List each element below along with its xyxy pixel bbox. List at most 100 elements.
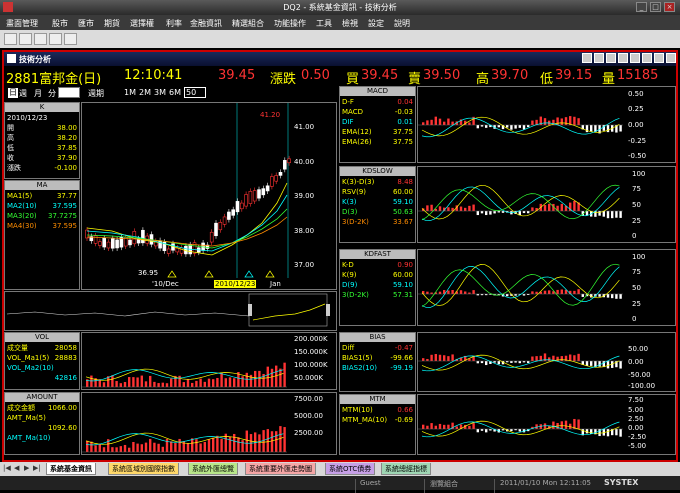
- menu-item[interactable]: 匯市: [78, 18, 94, 29]
- layout-2-icon[interactable]: [49, 33, 62, 45]
- menu-item[interactable]: 設定: [368, 18, 384, 29]
- menu-item[interactable]: 利率: [166, 18, 182, 29]
- candle-body: [257, 189, 261, 199]
- kdfast-row: D(9) 59.10: [342, 281, 413, 289]
- indicator-bar: [590, 361, 593, 366]
- chart-tool-icon[interactable]: [594, 53, 604, 63]
- mtm-chart[interactable]: 7.50 5.00 2.50 0.00 -2.50 -5.00: [417, 394, 676, 455]
- period-week-button[interactable]: 週: [19, 88, 27, 99]
- indicator-bar: [535, 356, 538, 361]
- indicator-bar: [615, 294, 618, 299]
- indicator-bar: [560, 118, 563, 125]
- kdslow-info-box: KDSLOW K(3)-D(3) 8.48 RSV(9) 60.00 K(3) 59.…: [339, 166, 416, 243]
- menu-item[interactable]: 精選組合: [232, 18, 264, 29]
- indicator-bar: [258, 434, 261, 452]
- menu-bar: 畫面管理 股市 匯市 期貨 選擇權 利率 金融資訊 精選組合 功能操作 工具 檢…: [0, 15, 680, 30]
- layout-3-icon[interactable]: [64, 33, 77, 45]
- menu-item[interactable]: 選擇權: [130, 18, 154, 29]
- layout-1-icon[interactable]: [34, 33, 47, 45]
- indicator-bar: [493, 211, 496, 214]
- stock-name[interactable]: 2881富邦金(日): [6, 68, 101, 87]
- tab-intl-index[interactable]: 系統區域別國際指數: [108, 463, 179, 475]
- font-icon[interactable]: [642, 53, 652, 63]
- menu-item[interactable]: 股市: [52, 18, 68, 29]
- tab-nav-prev[interactable]: ◀: [14, 464, 19, 472]
- tab-macro[interactable]: 系統總經指標: [381, 463, 431, 475]
- count-input[interactable]: 50: [184, 87, 206, 98]
- kdfast-chart[interactable]: 100 75 50 25 0: [417, 249, 676, 326]
- delete-icon[interactable]: [19, 33, 32, 45]
- menu-item[interactable]: 檢視: [342, 18, 358, 29]
- period-minute-button[interactable]: 分: [48, 88, 56, 99]
- macd-chart[interactable]: 0.50 0.25 0.00 -0.25 -0.50: [417, 86, 676, 163]
- last-price: 39.45: [218, 68, 256, 83]
- menu-item[interactable]: 畫面管理: [6, 18, 38, 29]
- tab-fx-overview[interactable]: 系統外匯總覽: [188, 463, 238, 475]
- tab-fx-trend[interactable]: 系統重要外匯走勢圖: [245, 463, 316, 475]
- ytick: 50: [632, 284, 641, 292]
- price-chart[interactable]: 41.20 36.95 41.00 40.00 39.00 38.00 37.0…: [81, 102, 337, 290]
- candle-body: [218, 222, 223, 231]
- chart-tool-icon[interactable]: [618, 53, 628, 63]
- home-icon[interactable]: [4, 33, 17, 45]
- period-selector: 日 週 月 分 週期 1M 2M 3M 6M 50: [4, 86, 344, 100]
- status-datetime: 2011/01/10 Mon 12:11:05: [500, 479, 591, 487]
- minimize-icon[interactable]: _: [636, 2, 647, 12]
- indicator-bar: [619, 125, 622, 132]
- chart-tool-icon[interactable]: [630, 53, 640, 63]
- candle-body: [166, 248, 171, 254]
- menu-item[interactable]: 說明: [394, 18, 410, 29]
- range-2m[interactable]: 2M: [139, 88, 151, 97]
- settings-icon[interactable]: [654, 53, 664, 63]
- low-label: 低: [540, 72, 554, 87]
- ytick: 0.00: [628, 424, 644, 432]
- maximize-icon[interactable]: □: [650, 2, 661, 12]
- macd-row: EMA(12) 37.75: [342, 128, 413, 136]
- range-6m[interactable]: 6M: [169, 88, 181, 97]
- chart-tool-icon[interactable]: [582, 53, 592, 63]
- navigator-handle-left[interactable]: [248, 304, 252, 316]
- indicator-bar: [535, 291, 538, 294]
- indicator-bar: [531, 120, 534, 125]
- indicator-bar: [434, 116, 437, 125]
- period-day-button[interactable]: 日: [8, 88, 18, 98]
- indicator-bar: [573, 116, 576, 125]
- kdslow-chart[interactable]: 100 75 50 25 0: [417, 166, 676, 243]
- period-month-button[interactable]: 月: [34, 88, 42, 99]
- range-3m[interactable]: 3M: [154, 88, 166, 97]
- indicator-bar: [514, 294, 517, 296]
- minute-input[interactable]: [58, 87, 80, 98]
- indicator-bar: [279, 368, 282, 387]
- indicator-bar: [170, 378, 173, 387]
- indicator-bar: [128, 447, 131, 452]
- range-1m[interactable]: 1M: [124, 88, 136, 97]
- menu-item[interactable]: 金融資訊: [190, 18, 222, 29]
- indicator-bar: [611, 211, 614, 219]
- navigator-handle-right[interactable]: [326, 304, 330, 316]
- title-bar: DQ2 - 系統基金資訊 - 技術分析 _ □ ×: [0, 0, 680, 15]
- vol-chart[interactable]: 200.000K 150.000K 100.000K 50.000K: [81, 332, 337, 390]
- tab-nav-first[interactable]: |◀: [3, 464, 11, 472]
- k-row-close: 收 37.90: [7, 154, 77, 162]
- close-icon[interactable]: ×: [664, 2, 675, 12]
- indicator-bar: [619, 429, 622, 437]
- indicator-bar: [132, 441, 135, 452]
- candle-body: [231, 209, 235, 216]
- time-navigator[interactable]: [4, 291, 337, 331]
- bias-chart[interactable]: 50.00 0.00 -50.00 -100.00: [417, 332, 676, 392]
- tab-fund-info[interactable]: 系統基金資訊: [46, 463, 96, 475]
- chart-tool-icon[interactable]: [606, 53, 616, 63]
- tab-nav-last[interactable]: ▶|: [33, 464, 41, 472]
- amount-info-box: AMOUNT 成交金額 1066.00 AMT_Ma(5) 1092.60 AMT…: [4, 392, 80, 455]
- amount-chart[interactable]: 7500.00 5000.00 2500.00: [81, 392, 337, 455]
- indicator-bar: [165, 383, 169, 387]
- indicator-bar: [422, 122, 425, 125]
- menu-item[interactable]: 工具: [316, 18, 332, 29]
- candle-body: [248, 191, 253, 204]
- indicator-bar: [153, 381, 156, 387]
- tab-otc-bond[interactable]: 系統OTC債券: [325, 463, 376, 475]
- close-icon[interactable]: [666, 53, 676, 63]
- tab-nav-next[interactable]: ▶: [24, 464, 29, 472]
- menu-item[interactable]: 期貨: [104, 18, 120, 29]
- menu-item[interactable]: 功能操作: [274, 18, 306, 29]
